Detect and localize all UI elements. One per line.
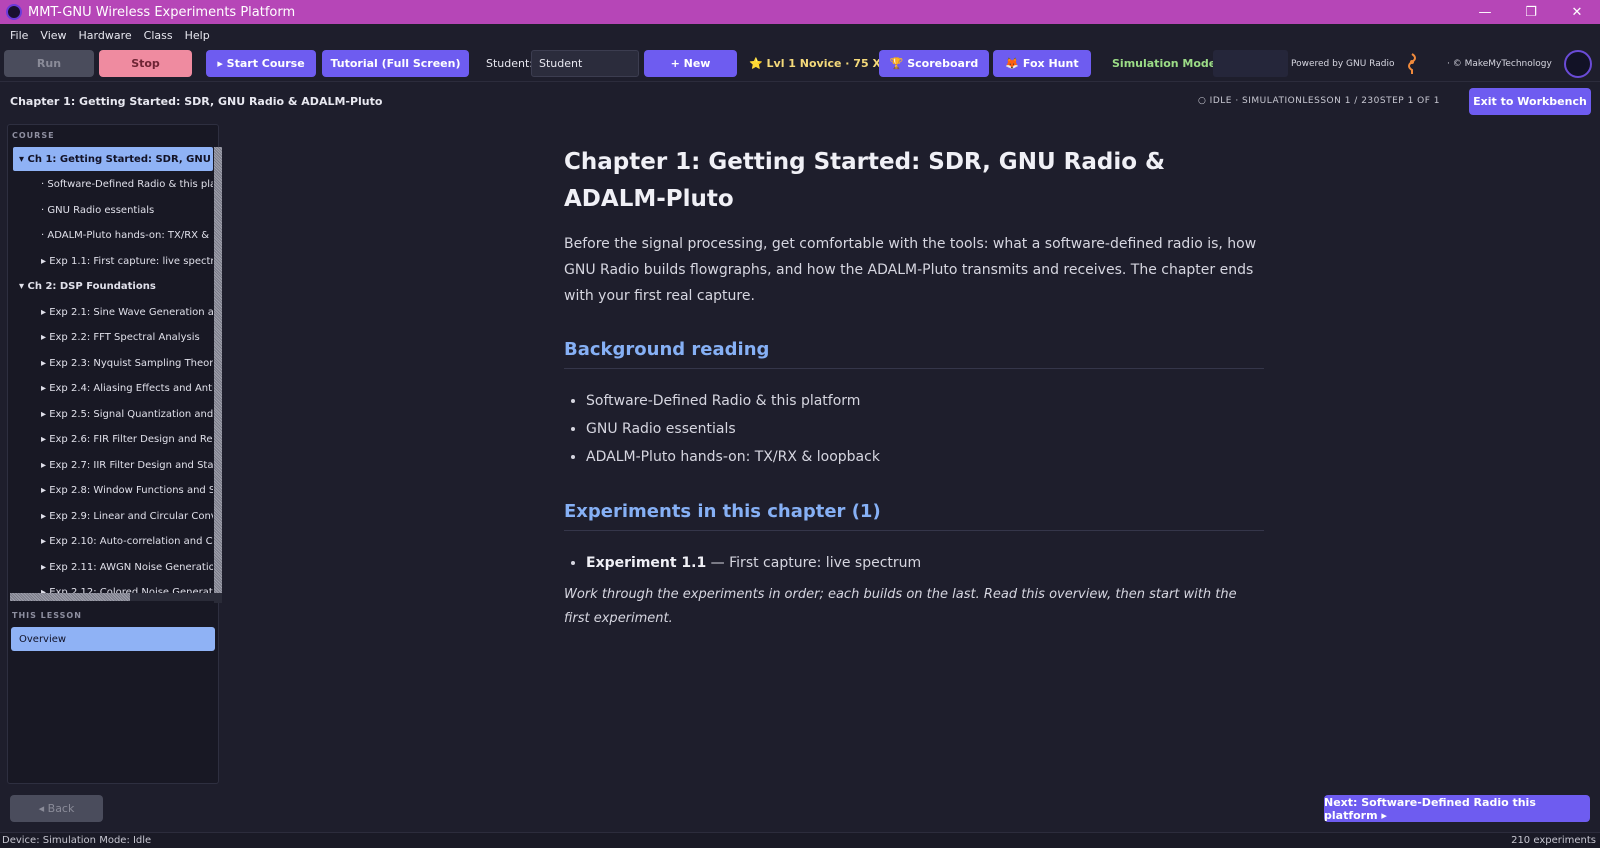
tree-chapter-2[interactable]: ▾ Ch 2: DSP Foundations — [13, 274, 213, 298]
menu-help[interactable]: Help — [179, 29, 216, 42]
title-bar: MMT-GNU Wireless Experiments Platform — … — [0, 0, 1600, 24]
course-section-label: COURSE — [12, 131, 55, 140]
lesson-content: Chapter 1: Getting Started: SDR, GNU Rad… — [564, 144, 1264, 631]
student-input[interactable]: Student — [531, 50, 639, 77]
gnu-radio-icon — [1408, 53, 1416, 74]
tree-horizontal-scroll-thumb[interactable] — [10, 593, 130, 601]
tree-chapter-1[interactable]: ▾ Ch 1: Getting Started: SDR, GNU Radio … — [13, 147, 213, 171]
tree-experiment-item[interactable]: ▸ Exp 2.8: Window Functions and Spectral — [13, 478, 213, 502]
menu-class[interactable]: Class — [138, 29, 179, 42]
list-item: Software-Defined Radio & this platform — [586, 387, 1264, 415]
tree-vertical-scroll-thumb[interactable] — [214, 147, 222, 599]
status-indicator: ○ IDLE · SIMULATIONLESSON 1 / 230STEP 1 … — [1197, 96, 1440, 106]
list-item: Experiment 1.1 — First capture: live spe… — [586, 549, 1264, 577]
chapter-intro: Before the signal processing, get comfor… — [564, 236, 1257, 304]
experiments-list: Experiment 1.1 — First capture: live spe… — [564, 549, 1264, 577]
stop-button[interactable]: Stop — [99, 50, 192, 77]
experiment-name: Experiment 1.1 — [586, 555, 707, 571]
tree-experiment-item[interactable]: ▸ Exp 2.10: Auto-correlation and Cross — [13, 529, 213, 553]
tree-experiment-item[interactable]: ▸ Exp 2.11: AWGN Noise Generation — [13, 555, 213, 579]
exit-to-workbench-button[interactable]: Exit to Workbench — [1469, 88, 1591, 115]
experiment-count: 210 experiments — [1511, 835, 1596, 846]
tree-experiment-item[interactable]: ▸ Exp 2.2: FFT Spectral Analysis — [13, 325, 213, 349]
fox-hunt-button[interactable]: 🦊 Fox Hunt — [993, 50, 1091, 77]
status-bar: Device: Simulation Mode: Idle 210 experi… — [0, 832, 1600, 848]
start-course-button[interactable]: ▸ Start Course — [206, 50, 316, 77]
toolbar: Run Stop ▸ Start Course Tutorial (Full S… — [0, 46, 1600, 82]
window-title: MMT-GNU Wireless Experiments Platform — [28, 4, 296, 20]
tree-lesson-item[interactable]: · Software-Defined Radio & this platform — [13, 172, 213, 196]
tree-experiment-item[interactable]: ▸ Exp 1.1: First capture: live spectrum — [13, 249, 213, 273]
tree-experiment-item[interactable]: ▸ Exp 2.3: Nyquist Sampling Theorem — [13, 351, 213, 375]
tree-lesson-item[interactable]: · ADALM-Pluto hands-on: TX/RX & loopback — [13, 223, 213, 247]
menu-hardware[interactable]: Hardware — [73, 29, 138, 42]
simulation-mode-label: Simulation Mode — [1112, 57, 1217, 70]
tree-experiment-item[interactable]: ▸ Exp 2.7: IIR Filter Design and Stabili… — [13, 453, 213, 477]
tree-experiment-item[interactable]: ▸ Exp 2.1: Sine Wave Generation and — [13, 300, 213, 324]
tree-experiment-item[interactable]: ▸ Exp 2.5: Signal Quantization and Q — [13, 402, 213, 426]
tree-experiment-item[interactable]: ▸ Exp 2.9: Linear and Circular Convoluti… — [13, 504, 213, 528]
chapter-note: Work through the experiments in order; e… — [564, 587, 1237, 626]
lesson-step-overview[interactable]: Overview — [11, 627, 215, 651]
menu-bar: File View Hardware Class Help — [0, 24, 1600, 46]
experiments-heading: Experiments in this chapter (1) — [564, 501, 1264, 531]
run-button[interactable]: Run — [4, 50, 94, 77]
tutorial-button[interactable]: Tutorial (Full Screen) — [322, 50, 469, 77]
app-logo-icon — [6, 4, 22, 20]
page-title: Chapter 1: Getting Started: SDR, GNU Rad… — [10, 95, 383, 108]
back-button[interactable]: ◂ Back — [10, 795, 103, 822]
student-label: Student: — [486, 57, 534, 70]
copyright-label: · © MakeMyTechnology — [1447, 58, 1552, 69]
experiment-description: — First capture: live spectrum — [706, 555, 922, 571]
new-student-button[interactable]: + New — [644, 50, 737, 77]
course-tree: ▾ Ch 1: Getting Started: SDR, GNU Radio … — [13, 147, 219, 603]
lesson-section-label: THIS LESSON — [12, 611, 82, 620]
course-sidebar: COURSE ▾ Ch 1: Getting Started: SDR, GNU… — [7, 124, 222, 784]
minimize-button[interactable]: — — [1462, 0, 1508, 24]
powered-by-label: Powered by GNU Radio — [1291, 58, 1395, 69]
chapter-heading: Chapter 1: Getting Started: SDR, GNU Rad… — [564, 149, 1166, 212]
maximize-button[interactable]: ❐ — [1508, 0, 1554, 24]
xp-badge: ⭐ Lvl 1 Novice · 75 XP — [749, 57, 889, 70]
simulation-mode-box — [1213, 50, 1288, 77]
tree-experiment-item[interactable]: ▸ Exp 2.4: Aliasing Effects and Anti-Ali… — [13, 376, 213, 400]
background-heading: Background reading — [564, 339, 1264, 369]
tree-experiment-item[interactable]: ▸ Exp 2.6: FIR Filter Design and Respons… — [13, 427, 213, 451]
avatar[interactable] — [1564, 50, 1592, 78]
background-list: Software-Defined Radio & this platform G… — [564, 387, 1264, 471]
list-item: ADALM-Pluto hands-on: TX/RX & loopback — [586, 443, 1264, 471]
tree-lesson-item[interactable]: · GNU Radio essentials — [13, 198, 213, 222]
device-status: Device: Simulation Mode: Idle — [2, 835, 152, 846]
menu-file[interactable]: File — [4, 29, 34, 42]
close-button[interactable]: ✕ — [1554, 0, 1600, 24]
menu-view[interactable]: View — [34, 29, 72, 42]
next-button[interactable]: Next: Software-Defined Radio this platfo… — [1324, 795, 1590, 822]
window-controls: — ❐ ✕ — [1462, 0, 1600, 24]
list-item: GNU Radio essentials — [586, 415, 1264, 443]
scoreboard-button[interactable]: 🏆 Scoreboard — [879, 50, 989, 77]
